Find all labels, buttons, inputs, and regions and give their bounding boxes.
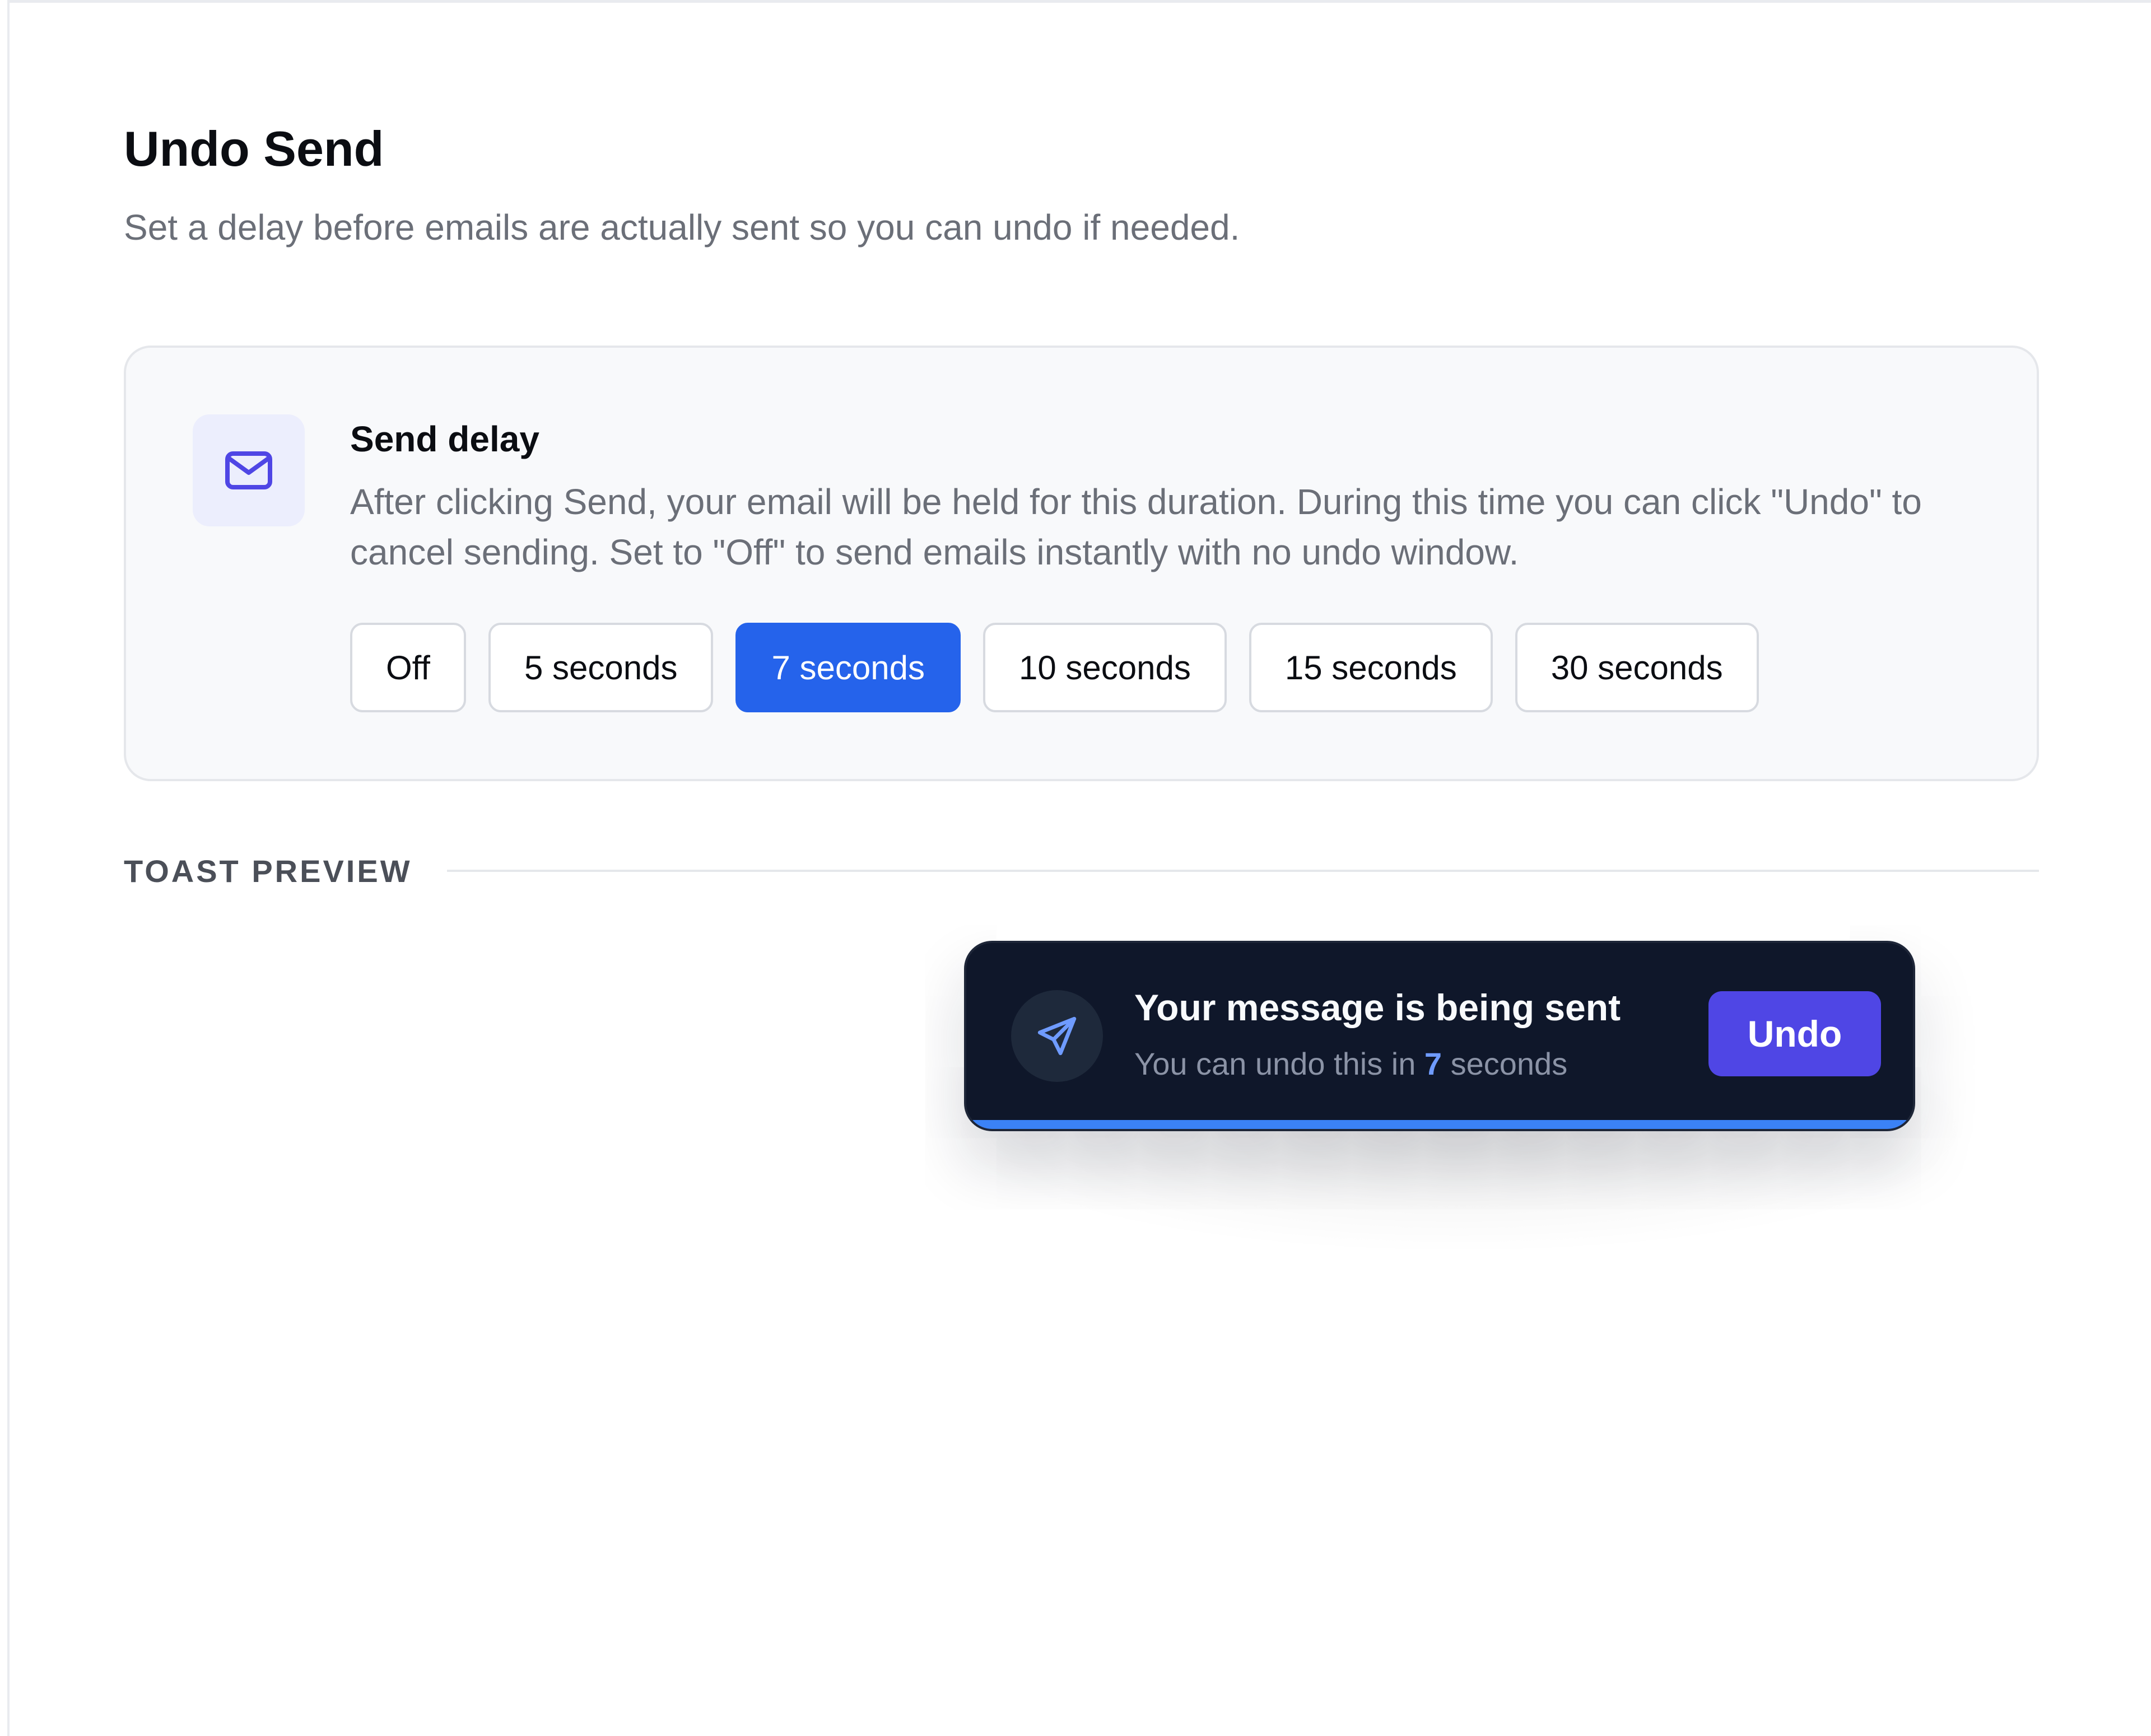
undo-send-toast: Your message is being sent You can undo …	[964, 941, 1915, 1131]
mail-icon	[193, 414, 305, 526]
delay-option-off[interactable]: Off	[350, 623, 466, 712]
send-delay-title: Send delay	[350, 419, 539, 459]
send-delay-options: Off 5 seconds 7 seconds 10 seconds 15 se…	[350, 623, 1759, 712]
send-delay-content: Send delay After clicking Send, your ema…	[350, 418, 1975, 577]
toast-progress-fill	[966, 1120, 1913, 1129]
toast-preview-header: TOAST PREVIEW	[124, 848, 2039, 893]
delay-option-5-seconds[interactable]: 5 seconds	[488, 623, 714, 712]
toast-subtitle-prefix: You can undo this in	[1134, 1046, 1416, 1081]
toast-countdown: 7	[1424, 1046, 1442, 1081]
delay-option-7-seconds[interactable]: 7 seconds	[735, 623, 961, 712]
delay-option-15-seconds[interactable]: 15 seconds	[1249, 623, 1493, 712]
send-delay-description: After clicking Send, your email will be …	[350, 481, 1922, 572]
window-left-border	[0, 0, 10, 1736]
toast-title: Your message is being sent	[1134, 987, 1621, 1028]
send-delay-card: Send delay After clicking Send, your ema…	[124, 346, 2039, 781]
toast-preview-label: TOAST PREVIEW	[124, 853, 412, 889]
send-icon	[1011, 990, 1103, 1082]
page-subtitle: Set a delay before emails are actually s…	[124, 207, 1240, 248]
delay-option-10-seconds[interactable]: 10 seconds	[983, 623, 1227, 712]
toast-progress-track	[966, 1120, 1913, 1129]
delay-option-30-seconds[interactable]: 30 seconds	[1515, 623, 1759, 712]
toast-subtitle-suffix: seconds	[1450, 1046, 1568, 1081]
section-divider	[446, 870, 2039, 872]
toast-subtitle: You can undo this in 7 seconds	[1134, 1045, 1567, 1082]
window-top-border	[0, 0, 2151, 3]
page-title: Undo Send	[124, 121, 384, 176]
undo-button[interactable]: Undo	[1708, 991, 1881, 1076]
